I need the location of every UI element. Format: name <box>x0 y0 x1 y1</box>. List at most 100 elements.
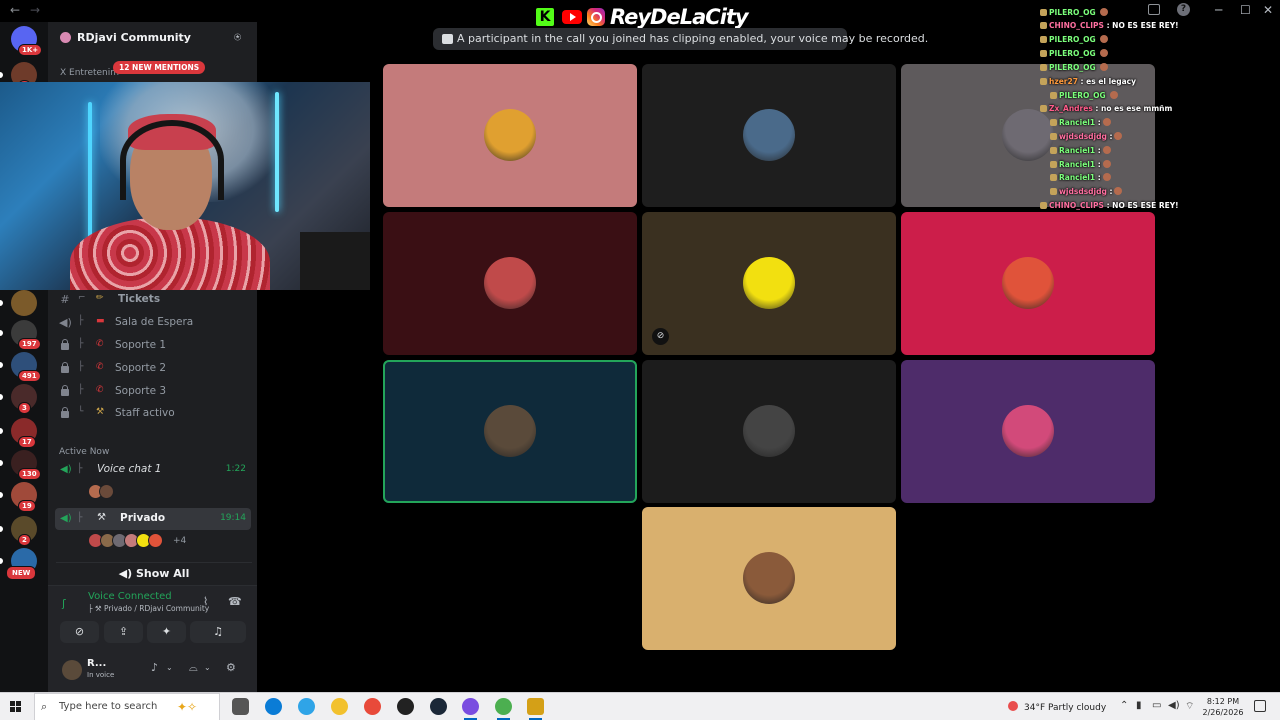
windows-start-icon[interactable] <box>10 701 22 713</box>
unread-indicator <box>0 330 3 336</box>
close-icon[interactable]: ✕ <box>1263 3 1273 17</box>
user-avatar[interactable] <box>62 660 82 680</box>
notifications-icon[interactable] <box>1254 700 1266 712</box>
server-header[interactable]: RDjavi Community ⌄ ⍟ <box>48 22 257 54</box>
channel-soporte-3[interactable]: ├ ✆ Soporte 3 <box>56 382 252 402</box>
channel-label: Privado <box>120 512 166 524</box>
tree-connector: └ <box>78 407 84 417</box>
channel-staff-activo[interactable]: └ ⚒ Staff activo <box>56 404 252 424</box>
active-channel-voice-chat-1[interactable]: ◀) ├ Voice chat 1 1:22 <box>55 459 251 481</box>
channel-sala-de-espera[interactable]: ◀) ├ ▬ Sala de Espera <box>56 313 252 333</box>
chat-badge-icon <box>1050 147 1057 154</box>
tree-connector: ├ <box>77 464 83 474</box>
chevron-down-icon[interactable]: ⌄ <box>165 30 173 41</box>
noise-suppression-icon[interactable]: ⌇ <box>203 595 208 608</box>
channel-category[interactable]: X Entretenim <box>60 68 119 78</box>
obs-icon[interactable] <box>397 698 414 715</box>
settings-gear-icon[interactable]: ⚙ <box>226 661 236 674</box>
avatar[interactable] <box>99 484 114 499</box>
chevron-down-icon[interactable]: ⌄ <box>166 663 173 672</box>
maximize-icon[interactable]: ☐ <box>1240 3 1251 17</box>
server-icon[interactable] <box>11 290 37 316</box>
channel-emoji-icon: ✆ <box>96 339 104 349</box>
chat-badge-icon <box>1040 64 1047 71</box>
voice-channel-path[interactable]: ├ ⚒ Privado / RDjavi Community <box>88 604 209 613</box>
voice-connected-title[interactable]: Voice Connected <box>88 591 172 602</box>
server-badge: 197 <box>18 338 41 350</box>
chat-text: : no es ese mmñm <box>1092 104 1173 113</box>
streamer-webcam <box>0 82 370 290</box>
new-mentions-pill[interactable]: 12 NEW MENTIONS <box>113 61 206 74</box>
server-icon <box>60 32 71 43</box>
headphones-icon[interactable]: ⌓ <box>189 661 198 675</box>
minimize-icon[interactable]: ─ <box>1215 3 1222 17</box>
add-member-icon[interactable]: ⍟ <box>234 30 241 45</box>
soundboard-button[interactable]: ♫ <box>190 621 246 643</box>
wifi-icon[interactable]: ⌔ <box>1185 700 1194 713</box>
taskbar-clock[interactable]: 8:12 PM 2/26/2026 <box>1200 696 1246 718</box>
channel-soporte-2[interactable]: ├ ✆ Soporte 2 <box>56 359 252 379</box>
chat-text <box>1106 91 1109 100</box>
chrome-icon[interactable] <box>364 698 381 715</box>
disconnect-icon[interactable]: ☎ <box>228 595 242 608</box>
voice-chat-1-avatars <box>88 484 128 500</box>
channel-soporte-1[interactable]: ├ ✆ Soporte 1 <box>56 336 252 356</box>
clipping-notice-text: A participant in the call you joined has… <box>457 32 929 45</box>
chat-text: : es el legacy <box>1077 77 1137 86</box>
server-badge: 19 <box>18 500 36 512</box>
chat-badge-icon <box>1050 133 1057 140</box>
discord-icon[interactable] <box>462 698 479 720</box>
weather-widget[interactable]: 34°F Partly cloudy <box>1008 701 1106 713</box>
participant-tile[interactable] <box>642 507 896 650</box>
show-all-button[interactable]: ◀) Show All <box>56 562 252 584</box>
chrome-profile-icon[interactable] <box>495 698 512 720</box>
channel-label: Soporte 1 <box>115 339 167 351</box>
screen-share-button[interactable]: ⇪ <box>104 621 143 643</box>
forward-arrow-icon[interactable]: → <box>30 3 40 17</box>
back-arrow-icon[interactable]: ← <box>10 3 20 17</box>
network-icon[interactable]: ▮ <box>1136 700 1142 711</box>
search-placeholder: Type here to search <box>59 701 158 712</box>
participant-tile[interactable] <box>901 360 1155 503</box>
unread-indicator <box>0 492 3 498</box>
participant-tile[interactable] <box>383 360 637 503</box>
neon-light <box>275 92 279 212</box>
channel-tickets[interactable]: # ⌐ ✏ Tickets <box>56 290 252 310</box>
brand-name: ReyDeLaCity <box>610 5 749 29</box>
participant-tile[interactable] <box>383 64 637 207</box>
edge-icon[interactable] <box>265 698 282 715</box>
privado-avatars <box>88 533 218 549</box>
chat-badge-icon <box>1040 36 1047 43</box>
task-view-icon[interactable] <box>232 698 249 715</box>
signal-icon[interactable]: ʃ <box>62 597 66 610</box>
rockstar-icon[interactable] <box>527 698 544 720</box>
participant-tile[interactable] <box>642 360 896 503</box>
steam-icon[interactable] <box>430 698 447 715</box>
participant-avatar <box>743 405 795 457</box>
participant-tile[interactable] <box>383 212 637 355</box>
chat-message: PILERO_OG <box>1040 63 1109 72</box>
more-members-count[interactable]: +4 <box>173 536 186 546</box>
active-channel-privado[interactable]: ◀) ├ ⚒ Privado 19:14 <box>55 508 251 530</box>
participant-tile[interactable]: ⊘ <box>642 212 896 355</box>
camera-off-button[interactable]: ⊘ <box>60 621 99 643</box>
chevron-down-icon[interactable]: ⌄ <box>204 663 211 672</box>
activities-button[interactable]: ✦ <box>147 621 186 643</box>
taskbar-search[interactable]: ⌕ Type here to search ✦✧ <box>34 693 220 720</box>
microphone-icon[interactable]: ♪ <box>151 661 158 674</box>
file-explorer-icon[interactable] <box>331 698 348 715</box>
active-now-header: Active Now <box>59 447 110 457</box>
tray-chevron-icon[interactable]: ⌃ <box>1120 700 1128 711</box>
copilot-icon[interactable] <box>298 698 315 715</box>
participant-tile[interactable] <box>901 212 1155 355</box>
avatar[interactable] <box>148 533 163 548</box>
battery-icon[interactable]: ▭ <box>1152 700 1161 711</box>
chat-emote-icon <box>1102 173 1111 181</box>
volume-icon[interactable]: ◀) <box>1168 700 1180 711</box>
unread-indicator <box>0 460 3 466</box>
chat-badge-icon <box>1040 9 1047 16</box>
user-name[interactable]: R... <box>87 658 106 669</box>
chat-message: CHINO_CLIPS : NO ES ESE REY! <box>1040 21 1179 30</box>
speaker-icon: ◀) <box>60 464 72 475</box>
participant-tile[interactable] <box>642 64 896 207</box>
